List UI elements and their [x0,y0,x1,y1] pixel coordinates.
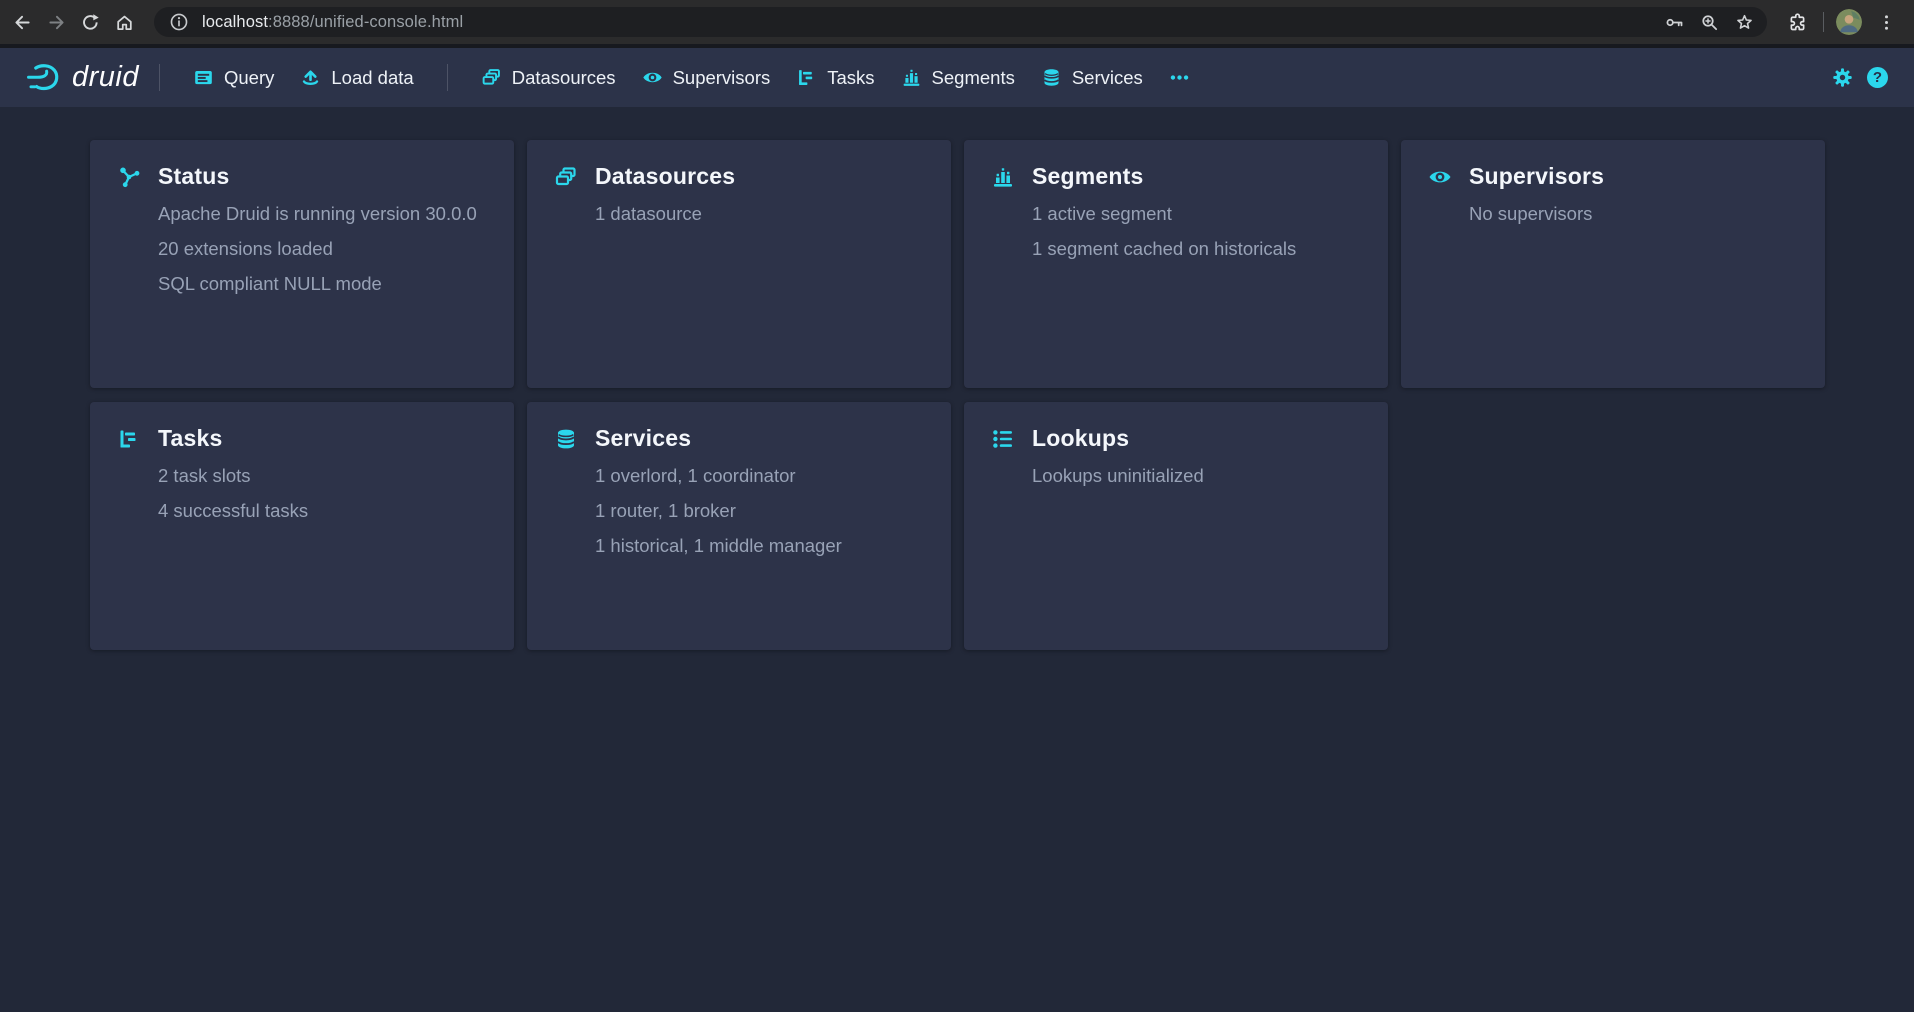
card-details: Lookups uninitialized [1032,458,1204,493]
back-icon[interactable] [6,6,38,38]
more-icon [1169,67,1190,88]
site-info-icon[interactable] [168,11,190,33]
card-detail-line: 1 datasource [595,196,702,231]
card-services[interactable]: Services 1 overlord, 1 coordinator1 rout… [527,402,951,650]
settings-gear-icon[interactable] [1827,63,1857,93]
navbar-divider [447,64,448,91]
forward-icon[interactable] [40,6,72,38]
card-detail-line: 1 historical, 1 middle manager [595,528,842,563]
nav-item-label: Services [1072,67,1143,89]
nav-item-label: Supervisors [673,67,771,89]
nav-item-label: Tasks [827,67,874,89]
card-detail-line: 1 active segment [1032,196,1296,231]
url-bar[interactable]: localhost:8888/unified-console.html [154,7,1767,37]
upload-icon [300,67,321,88]
card-title: Lookups [1032,425,1129,452]
druid-navbar: druid Query Load data Datasources Superviso… [0,44,1914,107]
home-view: Status Apache Druid is running version 3… [0,107,1914,650]
url-text: localhost:8888/unified-console.html [202,13,463,32]
menu-kebab-icon[interactable] [1870,6,1902,38]
extensions-icon[interactable] [1781,6,1813,38]
nav-item-segments[interactable]: Segments [888,59,1028,97]
card-datasources[interactable]: Datasources 1 datasource [527,140,951,388]
card-details: 1 active segment1 segment cached on hist… [1032,196,1296,266]
gantt-icon [117,427,141,451]
nav-item-label: Query [224,67,274,89]
druid-logo-icon [26,62,63,93]
home-icon[interactable] [108,6,140,38]
nav-item-label: Datasources [512,67,616,89]
card-status[interactable]: Status Apache Druid is running version 3… [90,140,514,388]
card-detail-line: 4 successful tasks [158,493,308,528]
card-details: 2 task slots4 successful tasks [158,458,308,528]
card-details: 1 overlord, 1 coordinator1 router, 1 bro… [595,458,842,563]
url-host: localhost [202,13,268,31]
card-detail-line: SQL compliant NULL mode [158,266,477,301]
query-icon [193,67,214,88]
card-detail-line: 1 router, 1 broker [595,493,842,528]
card-tasks[interactable]: Tasks 2 task slots4 successful tasks [90,402,514,650]
nav-item-query[interactable]: Query [180,59,287,97]
nav-item-supervisors[interactable]: Supervisors [629,59,784,97]
druid-logo[interactable]: druid [26,61,139,94]
help-glyph: ? [1873,69,1882,86]
nav-item-load-data[interactable]: Load data [287,59,426,97]
toolbar-divider [1823,12,1824,32]
nav-item-services[interactable]: Services [1028,59,1156,97]
url-path: :8888/unified-console.html [268,13,463,31]
card-detail-line: 1 overlord, 1 coordinator [595,458,842,493]
card-detail-line: Apache Druid is running version 30.0.0 [158,196,477,231]
zoom-icon[interactable] [1696,9,1722,35]
gantt-icon [796,67,817,88]
password-key-icon[interactable] [1661,9,1687,35]
list-icon [991,427,1015,451]
card-details: 1 datasource [595,196,702,231]
nav-item-more[interactable] [1156,59,1203,97]
card-detail-line: 1 segment cached on historicals [1032,231,1296,266]
profile-avatar[interactable] [1836,9,1862,35]
nav-item-tasks[interactable]: Tasks [783,59,887,97]
card-title: Services [595,425,691,452]
datasources-icon [481,67,502,88]
card-title: Tasks [158,425,223,452]
help-icon[interactable]: ? [1867,67,1888,88]
reload-icon[interactable] [74,6,106,38]
card-title: Status [158,163,230,190]
database-icon [554,427,578,451]
browser-toolbar: localhost:8888/unified-console.html [0,0,1914,44]
bookmark-star-icon[interactable] [1731,9,1757,35]
eye-icon [642,67,663,88]
card-title: Segments [1032,163,1144,190]
bar-chart-icon [901,67,922,88]
card-detail-line: 20 extensions loaded [158,231,477,266]
bar-chart-icon [991,165,1015,189]
card-details: No supervisors [1469,196,1592,231]
brand-wordmark: druid [72,61,139,94]
nav-item-label: Segments [932,67,1015,89]
nav-item-datasources[interactable]: Datasources [468,59,629,97]
card-details: Apache Druid is running version 30.0.020… [158,196,477,301]
card-detail-line: No supervisors [1469,196,1592,231]
card-title: Supervisors [1469,163,1604,190]
card-supervisors[interactable]: Supervisors No supervisors [1401,140,1825,388]
graph-icon [117,165,141,189]
card-detail-line: 2 task slots [158,458,308,493]
database-icon [1041,67,1062,88]
card-lookups[interactable]: Lookups Lookups uninitialized [964,402,1388,650]
card-title: Datasources [595,163,735,190]
card-detail-line: Lookups uninitialized [1032,458,1204,493]
nav-item-label: Load data [331,67,413,89]
eye-icon [1428,165,1452,189]
card-segments[interactable]: Segments 1 active segment1 segment cache… [964,140,1388,388]
datasources-icon [554,165,578,189]
navbar-divider [159,64,160,91]
